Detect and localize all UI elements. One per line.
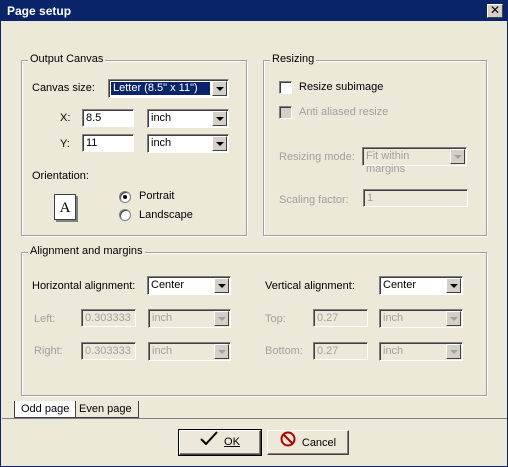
bottom-margin-input[interactable]: 0.27 (313, 342, 368, 360)
x-input[interactable]: 8.5 (82, 109, 134, 127)
resize-subimage-label[interactable]: Resize subimage (299, 81, 383, 93)
y-unit-value: inch (151, 137, 172, 149)
left-unit-value: inch (152, 312, 173, 324)
chevron-down-icon[interactable] (214, 311, 229, 326)
horizontal-alignment-value: Center (151, 279, 185, 291)
no-entry-icon (280, 431, 296, 455)
vertical-alignment-value: Center (383, 279, 417, 291)
resizing-mode-select[interactable]: Fit within margins (362, 147, 467, 175)
page-setup-dialog: Page setup ✕ Output Canvas Canvas size: … (0, 0, 508, 467)
x-label: X: (60, 112, 71, 124)
tab-even-page[interactable]: Even page (72, 401, 139, 418)
alignment-legend: Alignment and margins (28, 245, 145, 257)
bottom-margin-label: Bottom: (265, 345, 303, 357)
resizing-mode-value: Fit within margins (366, 150, 410, 175)
cancel-label: Cancel (301, 436, 337, 449)
canvas-size-select[interactable]: Letter (8.5" x 11") (108, 79, 229, 98)
close-button[interactable]: ✕ (487, 4, 503, 18)
chevron-down-icon[interactable] (450, 149, 465, 164)
output-canvas-legend: Output Canvas (28, 53, 106, 65)
top-margin-input[interactable]: 0.27 (313, 309, 368, 327)
canvas-size-label: Canvas size: (32, 82, 95, 94)
ok-button[interactable]: OK (178, 429, 262, 456)
y-unit-select[interactable]: inch (147, 134, 229, 153)
page-tab-strip: Odd page Even page (2, 401, 507, 419)
cancel-button[interactable]: Cancel (267, 430, 349, 455)
bottom-unit-value: inch (383, 345, 404, 357)
left-margin-label: Left: (34, 313, 56, 325)
vertical-alignment-select[interactable]: Center (379, 276, 463, 295)
anti-aliased-checkbox[interactable] (279, 106, 292, 119)
bottom-unit-select[interactable]: inch (379, 342, 463, 361)
ok-label: OK (224, 436, 240, 448)
tab-odd-page[interactable]: Odd page (14, 401, 77, 418)
page-portrait-icon: A (54, 194, 76, 220)
y-input[interactable]: 11 (82, 134, 134, 152)
scaling-factor-input[interactable]: 1 (363, 189, 468, 207)
y-label: Y: (60, 138, 70, 150)
top-unit-value: inch (383, 312, 404, 324)
landscape-radio[interactable] (119, 209, 131, 221)
chevron-down-icon[interactable] (446, 344, 461, 359)
chevron-down-icon[interactable] (214, 344, 229, 359)
title-bar: Page setup ✕ (1, 1, 507, 21)
portrait-radio[interactable] (119, 191, 131, 203)
anti-aliased-label: Anti aliased resize (299, 106, 389, 118)
chevron-down-icon[interactable] (212, 136, 227, 151)
landscape-label[interactable]: Landscape (139, 209, 193, 221)
close-icon: ✕ (489, 3, 501, 17)
top-unit-select[interactable]: inch (379, 309, 463, 328)
x-unit-value: inch (151, 112, 172, 124)
checkmark-icon (200, 431, 218, 453)
chevron-down-icon[interactable] (446, 311, 461, 326)
chevron-down-icon[interactable] (212, 111, 227, 126)
vertical-alignment-label: Vertical alignment: (265, 280, 355, 292)
top-margin-label: Top: (265, 313, 286, 325)
right-margin-input[interactable]: 0.303333 (81, 342, 136, 360)
horizontal-alignment-label: Horizontal alignment: (32, 280, 136, 292)
right-margin-label: Right: (34, 345, 63, 357)
horizontal-alignment-select[interactable]: Center (147, 276, 231, 295)
scaling-factor-label: Scaling factor: (279, 194, 349, 206)
x-unit-select[interactable]: inch (147, 109, 229, 128)
canvas-size-value: Letter (8.5" x 11") (111, 82, 210, 95)
button-bar: OK Cancel (2, 420, 507, 466)
orientation-label: Orientation: (32, 170, 89, 182)
chevron-down-icon[interactable] (446, 278, 461, 293)
resizing-legend: Resizing (270, 53, 317, 65)
right-unit-select[interactable]: inch (148, 342, 231, 361)
resize-subimage-checkbox[interactable] (279, 81, 292, 94)
dialog-client-area: Output Canvas Canvas size: Letter (8.5" … (2, 22, 507, 466)
left-unit-select[interactable]: inch (148, 309, 231, 328)
window-title: Page setup (7, 4, 72, 18)
portrait-label[interactable]: Portrait (139, 190, 174, 202)
right-unit-value: inch (152, 345, 173, 357)
chevron-down-icon[interactable] (212, 81, 227, 96)
chevron-down-icon[interactable] (214, 278, 229, 293)
resizing-mode-label: Resizing mode: (279, 151, 355, 163)
left-margin-input[interactable]: 0.303333 (81, 309, 136, 327)
